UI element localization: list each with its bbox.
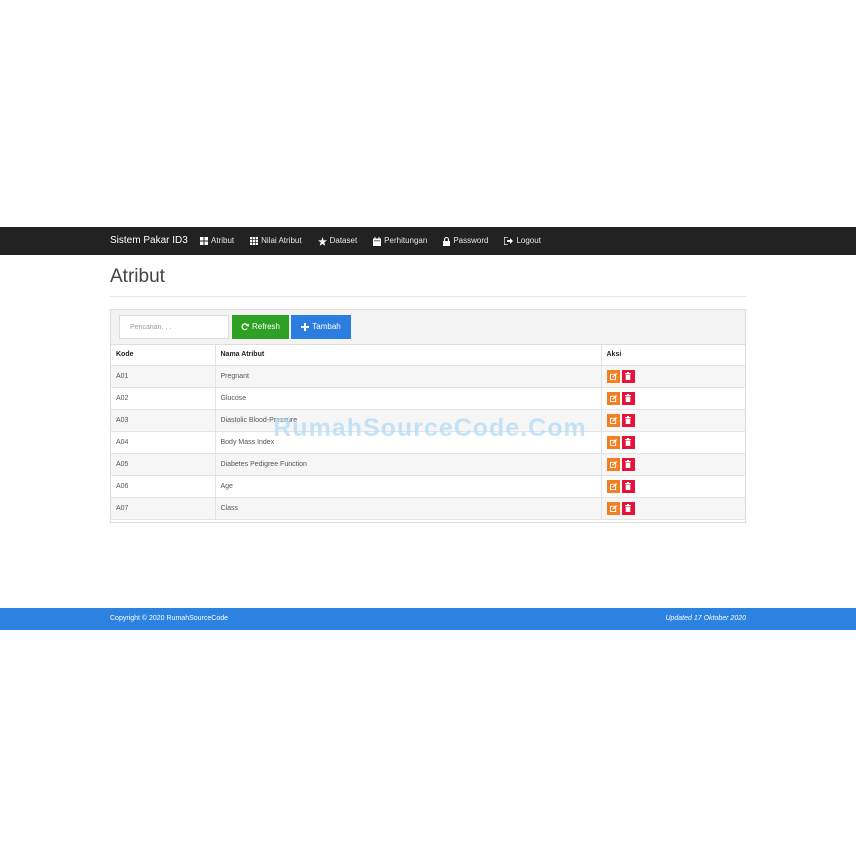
delete-button[interactable] <box>621 413 635 427</box>
nav-item-label: Password <box>453 236 489 245</box>
cell-kode: A04 <box>111 431 216 454</box>
footer: Copyright © 2020 RumahSourceCode Updated… <box>0 608 856 630</box>
trash-icon <box>625 416 631 424</box>
plus-icon <box>301 323 310 331</box>
cell-kode: A07 <box>111 497 216 520</box>
edit-icon <box>609 460 617 468</box>
trash-icon <box>625 394 631 402</box>
delete-button[interactable] <box>621 435 635 449</box>
nav-item-label: Nilai Atribut <box>261 236 302 245</box>
navbar: Sistem Pakar ID3 Atribut Nilai Atribut D… <box>0 227 856 255</box>
delete-button[interactable] <box>621 391 635 405</box>
edit-button[interactable] <box>606 479 620 493</box>
footer-updated: Updated 17 Oktober 2020 <box>665 615 746 622</box>
trash-icon <box>625 460 631 468</box>
cell-nama-atribut: Diastolic Blood-Pressure <box>215 409 602 432</box>
lock-icon <box>443 236 451 246</box>
cell-kode: A02 <box>111 387 216 410</box>
cell-aksi <box>601 475 745 498</box>
cell-nama-atribut: Glucose <box>215 387 602 410</box>
edit-button[interactable] <box>606 435 620 449</box>
delete-button[interactable] <box>621 369 635 383</box>
edit-icon <box>609 482 617 490</box>
header-aksi: Aksi <box>601 345 745 366</box>
attribute-table: Kode Nama Atribut Aksi A01 Pregnant A02 Glu… <box>111 345 745 520</box>
trash-icon <box>625 372 631 380</box>
trash-icon <box>625 482 631 490</box>
table-row: A03 Diastolic Blood-Pressure <box>111 409 745 432</box>
nav-item-perhitungan[interactable]: Perhitungan <box>373 227 427 255</box>
logout-icon <box>504 237 514 245</box>
cell-aksi <box>601 365 745 388</box>
cell-kode: A03 <box>111 409 216 432</box>
page-title: Atribut <box>110 266 165 287</box>
nav-item-label: Dataset <box>329 236 358 245</box>
title-divider <box>110 296 746 297</box>
edit-icon <box>609 438 617 446</box>
cell-aksi <box>601 387 745 410</box>
refresh-icon <box>241 323 249 331</box>
edit-icon <box>609 394 617 402</box>
delete-button[interactable] <box>621 479 635 493</box>
header-nama-atribut: Nama Atribut <box>215 345 602 366</box>
table-row: A07 Class <box>111 497 745 520</box>
edit-button[interactable] <box>606 369 620 383</box>
table-header-row: Kode Nama Atribut Aksi <box>111 345 745 366</box>
table-row: A06 Age <box>111 475 745 498</box>
nav-item-password[interactable]: Password <box>443 227 488 255</box>
nav-item-dataset[interactable]: Dataset <box>317 227 358 255</box>
cell-aksi <box>601 453 745 476</box>
edit-icon <box>609 416 617 424</box>
trash-icon <box>625 438 631 446</box>
delete-button[interactable] <box>621 457 635 471</box>
footer-copyright: Copyright © 2020 RumahSourceCode <box>110 615 229 622</box>
refresh-button[interactable]: Refresh <box>232 315 289 339</box>
toolbar: Refresh Tambah <box>111 310 745 345</box>
nav-item-atribut[interactable]: Atribut <box>200 227 234 255</box>
grid-icon <box>200 237 208 245</box>
table-row: A01 Pregnant <box>111 365 745 388</box>
list-grid-icon <box>250 237 259 245</box>
table-row: A02 Glucose <box>111 387 745 410</box>
edit-icon <box>609 372 617 380</box>
edit-button[interactable] <box>606 457 620 471</box>
cell-nama-atribut: Age <box>215 475 602 498</box>
nav-item-logout[interactable]: Logout <box>504 227 541 255</box>
nav-item-label: Perhitungan <box>384 236 428 245</box>
cell-aksi <box>601 497 745 520</box>
cell-nama-atribut: Body Mass Index <box>215 431 602 454</box>
delete-button[interactable] <box>621 501 635 515</box>
attribute-panel: Refresh Tambah Kode Nama Atribut Aksi A0… <box>110 309 746 523</box>
edit-button[interactable] <box>606 391 620 405</box>
nav-menu: Atribut Nilai Atribut Dataset Perhitunga… <box>200 227 557 255</box>
edit-icon <box>609 504 617 512</box>
table-row: A04 Body Mass Index <box>111 431 745 454</box>
calendar-icon <box>373 236 382 246</box>
nav-item-label: Logout <box>516 236 541 245</box>
cell-kode: A01 <box>111 365 216 388</box>
header-kode: Kode <box>111 345 216 366</box>
nav-item-label: Atribut <box>211 236 235 245</box>
cell-kode: A05 <box>111 453 216 476</box>
trash-icon <box>625 504 631 512</box>
table-body: A01 Pregnant A02 Glucose A03 Diastolic Blood-… <box>111 365 745 520</box>
refresh-label: Refresh <box>251 322 280 331</box>
search-input[interactable] <box>119 315 229 339</box>
cell-nama-atribut: Class <box>215 497 602 520</box>
edit-button[interactable] <box>606 501 620 515</box>
cell-nama-atribut: Diabetes Pedigree Function <box>215 453 602 476</box>
add-label: Tambah <box>312 322 341 331</box>
brand-link[interactable]: Sistem Pakar ID3 <box>110 227 188 255</box>
add-button[interactable]: Tambah <box>291 315 351 339</box>
edit-button[interactable] <box>606 413 620 427</box>
nav-item-nilai-atribut[interactable]: Nilai Atribut <box>250 227 302 255</box>
cell-nama-atribut: Pregnant <box>215 365 602 388</box>
cell-aksi <box>601 409 745 432</box>
table-row: A05 Diabetes Pedigree Function <box>111 453 745 476</box>
cell-kode: A06 <box>111 475 216 498</box>
star-icon <box>317 236 327 246</box>
cell-aksi <box>601 431 745 454</box>
